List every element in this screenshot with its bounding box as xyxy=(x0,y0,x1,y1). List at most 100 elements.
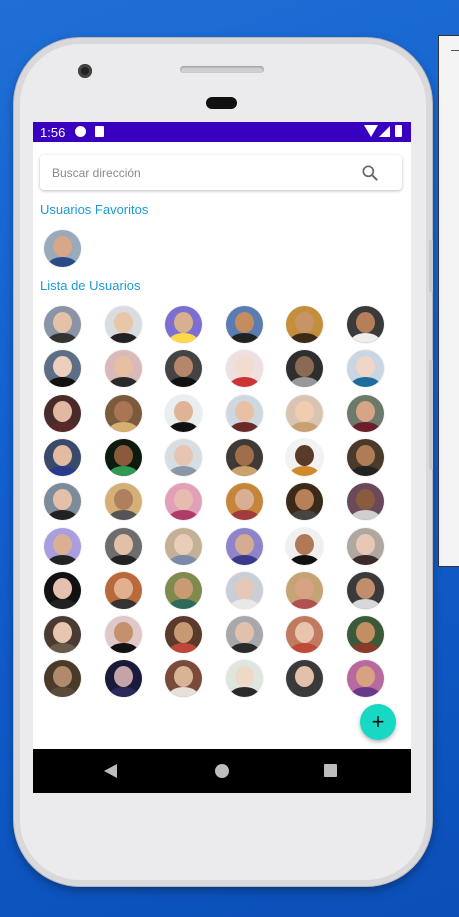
user-avatar[interactable] xyxy=(105,528,142,565)
user-avatar[interactable] xyxy=(347,616,384,653)
user-avatar[interactable] xyxy=(286,483,323,520)
user-avatar[interactable] xyxy=(105,395,142,432)
user-avatar[interactable] xyxy=(286,660,323,697)
user-avatar[interactable] xyxy=(226,660,263,697)
user-avatar[interactable] xyxy=(347,572,384,609)
avatar-face xyxy=(356,578,375,599)
avatar-shoulders xyxy=(47,422,78,432)
user-avatar[interactable] xyxy=(286,616,323,653)
user-avatar[interactable] xyxy=(44,660,81,697)
front-camera-icon xyxy=(78,64,92,78)
avatar-shoulders xyxy=(229,422,260,432)
avatar-face xyxy=(235,312,254,333)
avatar-face xyxy=(235,401,254,422)
add-button[interactable]: + xyxy=(360,704,396,740)
user-avatar[interactable] xyxy=(347,395,384,432)
avatar-face xyxy=(174,622,193,643)
user-avatar[interactable] xyxy=(44,306,81,343)
user-avatar[interactable] xyxy=(44,483,81,520)
user-avatar[interactable] xyxy=(44,439,81,476)
avatar-shoulders xyxy=(229,510,260,520)
user-avatar[interactable] xyxy=(347,306,384,343)
avatar-face xyxy=(356,445,375,466)
user-avatar[interactable] xyxy=(286,572,323,609)
user-avatar[interactable] xyxy=(44,350,81,387)
power-button xyxy=(429,240,433,292)
user-avatar[interactable] xyxy=(165,483,202,520)
user-avatar[interactable] xyxy=(105,616,142,653)
user-avatar[interactable] xyxy=(286,350,323,387)
avatar-shoulders xyxy=(108,555,139,565)
avatar-shoulders xyxy=(47,333,78,343)
avatar-face xyxy=(174,578,193,599)
user-avatar[interactable] xyxy=(226,306,263,343)
back-icon[interactable] xyxy=(104,764,117,778)
avatar-shoulders xyxy=(229,555,260,565)
avatar-face xyxy=(295,356,314,377)
user-avatar[interactable] xyxy=(165,439,202,476)
home-icon[interactable] xyxy=(215,764,229,778)
user-avatar[interactable] xyxy=(347,660,384,697)
avatar-face xyxy=(174,312,193,333)
avatar-face xyxy=(114,666,133,687)
favorite-user-avatar[interactable] xyxy=(44,230,81,267)
avatar-face xyxy=(174,401,193,422)
user-avatar[interactable] xyxy=(347,439,384,476)
user-avatar[interactable] xyxy=(286,528,323,565)
user-avatar[interactable] xyxy=(44,572,81,609)
user-avatar[interactable] xyxy=(226,439,263,476)
user-avatar[interactable] xyxy=(165,350,202,387)
user-avatar[interactable] xyxy=(44,395,81,432)
user-avatar[interactable] xyxy=(286,306,323,343)
user-avatar[interactable] xyxy=(165,616,202,653)
user-avatar[interactable] xyxy=(286,395,323,432)
recent-apps-icon[interactable] xyxy=(324,764,337,777)
user-avatar[interactable] xyxy=(165,528,202,565)
avatar-shoulders xyxy=(289,555,320,565)
user-avatar[interactable] xyxy=(44,528,81,565)
user-avatar[interactable] xyxy=(347,528,384,565)
search-icon[interactable] xyxy=(360,163,380,183)
avatar-face xyxy=(356,356,375,377)
avatar-shoulders xyxy=(47,643,78,653)
avatar-shoulders xyxy=(229,599,260,609)
user-avatar[interactable] xyxy=(105,572,142,609)
volume-button xyxy=(429,360,433,470)
user-avatar[interactable] xyxy=(105,439,142,476)
user-avatar[interactable] xyxy=(105,306,142,343)
user-avatar[interactable] xyxy=(347,483,384,520)
avatar-face xyxy=(356,401,375,422)
user-avatar[interactable] xyxy=(105,660,142,697)
search-input[interactable] xyxy=(50,163,344,183)
user-avatar[interactable] xyxy=(226,350,263,387)
user-avatar[interactable] xyxy=(226,616,263,653)
user-avatar[interactable] xyxy=(44,616,81,653)
avatar-face xyxy=(295,312,314,333)
avatar-face xyxy=(235,534,254,555)
avatar-face xyxy=(295,622,314,643)
user-avatar[interactable] xyxy=(226,572,263,609)
avatar-face xyxy=(235,622,254,643)
avatar-shoulders xyxy=(47,555,78,565)
user-avatar[interactable] xyxy=(165,306,202,343)
user-avatar[interactable] xyxy=(105,483,142,520)
avatar-shoulders xyxy=(47,599,78,609)
user-avatar[interactable] xyxy=(226,395,263,432)
avatar-face xyxy=(235,578,254,599)
avatar-shoulders xyxy=(350,687,381,697)
proximity-sensor xyxy=(206,97,237,109)
user-avatar[interactable] xyxy=(165,572,202,609)
user-avatar[interactable] xyxy=(165,395,202,432)
user-avatar[interactable] xyxy=(286,439,323,476)
user-avatar[interactable] xyxy=(165,660,202,697)
favorites-title: Usuarios Favoritos xyxy=(40,202,149,217)
avatar-shoulders xyxy=(289,333,320,343)
user-avatar[interactable] xyxy=(226,483,263,520)
user-avatar[interactable] xyxy=(347,350,384,387)
avatar-face xyxy=(114,356,133,377)
user-avatar[interactable] xyxy=(226,528,263,565)
avatar-face xyxy=(114,401,133,422)
avatar-face xyxy=(114,489,133,510)
avatar-shoulders xyxy=(168,510,199,520)
user-avatar[interactable] xyxy=(105,350,142,387)
